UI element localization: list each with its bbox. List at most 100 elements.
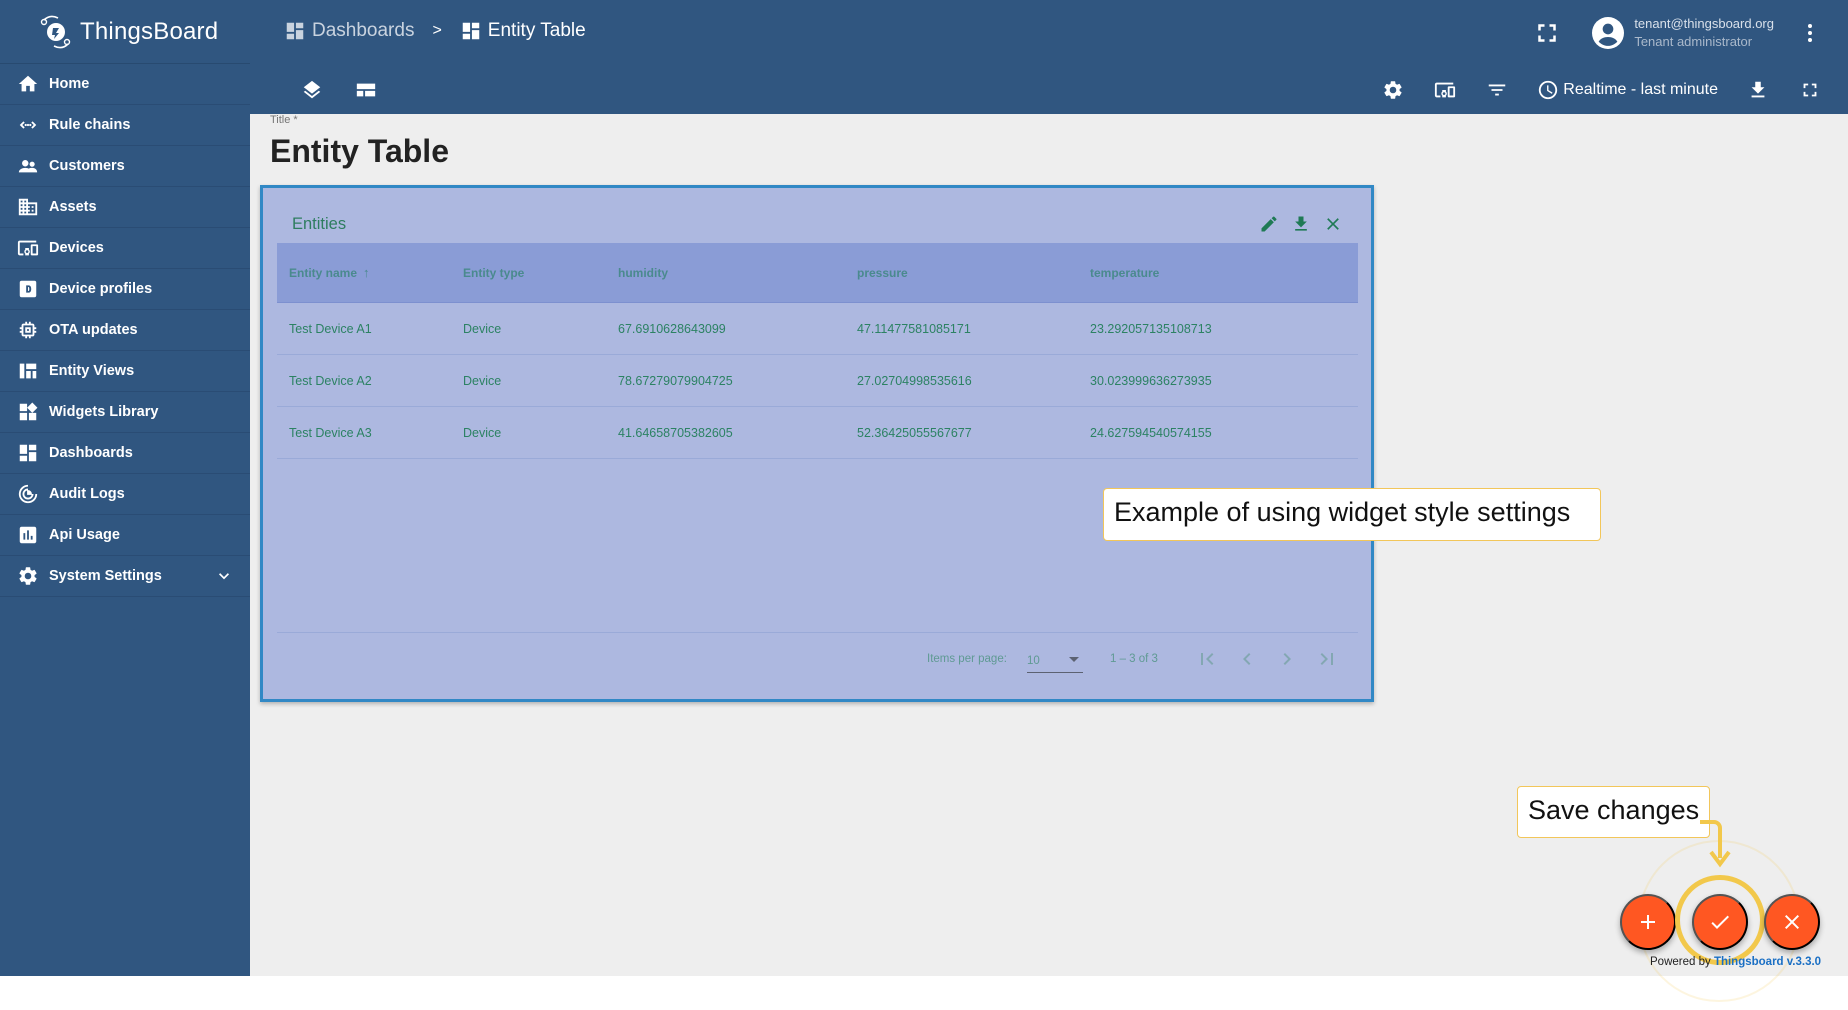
sidebar-item-system-settings[interactable]: System Settings [0, 556, 250, 597]
sidebar-item-devices[interactable]: Devices [0, 228, 250, 269]
devices-icon [1435, 82, 1456, 98]
sidebar-item-label: OTA updates [49, 322, 138, 338]
layouts-button[interactable] [354, 78, 378, 102]
sidebar-item-label: Customers [49, 158, 125, 174]
column-header-entity-type[interactable]: Entity type [463, 266, 618, 280]
chevron-down-icon[interactable] [214, 566, 234, 586]
cancel-changes-button[interactable] [1764, 894, 1820, 950]
page-range-label: 1 – 3 of 3 [1110, 653, 1158, 665]
more-vert-icon[interactable] [1798, 21, 1822, 45]
clock-icon [1539, 80, 1558, 100]
items-per-page-select[interactable]: 10 [1027, 651, 1083, 673]
sidebar-item-label: Api Usage [49, 527, 120, 543]
download-icon [1751, 81, 1765, 98]
column-header-temperature[interactable]: temperature [1090, 266, 1350, 280]
table-row[interactable]: Test Device A1 Device 67.6910628643099 4… [277, 303, 1358, 355]
sidebar-item-entity-views[interactable]: Entity Views [0, 351, 250, 392]
entities-table: Entity name ↑ Entity type humidity press… [277, 243, 1358, 459]
previous-page-button[interactable] [1235, 647, 1259, 671]
check-icon [1711, 915, 1729, 929]
column-header-pressure[interactable]: pressure [857, 266, 1090, 280]
sidebar-item-assets[interactable]: Assets [0, 187, 250, 228]
dashboard-toolbar-right: Realtime - last minute [1353, 76, 1848, 104]
paginator: Items per page: 10 1 – 3 of 3 [277, 632, 1358, 692]
cell-humidity: 78.67279079904725 [618, 373, 733, 388]
app-root: ThingsBoard Home Rule chains Customers A… [0, 0, 1848, 1002]
top-bar: Dashboards > Entity Table tenant@thingsb… [250, 0, 1848, 114]
pencil-icon [1261, 216, 1277, 232]
dashboards-icon [17, 442, 39, 464]
remove-widget-button[interactable] [1323, 214, 1343, 234]
table-row[interactable]: Test Device A3 Device 41.64658705382605 … [277, 407, 1358, 459]
widgets-library-icon [17, 401, 39, 423]
add-widget-button[interactable] [1620, 894, 1676, 950]
edit-widget-button[interactable] [1259, 214, 1279, 234]
sidebar-item-device-profiles[interactable]: Device profiles [0, 269, 250, 310]
entity-aliases-button[interactable] [1433, 78, 1457, 102]
gear-icon [17, 565, 39, 587]
timewindow-button[interactable]: Realtime - last minute [1537, 79, 1718, 101]
logo[interactable]: ThingsBoard [0, 0, 250, 64]
breadcrumb-dashboards[interactable]: Dashboards [284, 20, 414, 42]
user-info[interactable]: tenant@thingsboard.org Tenant administra… [1634, 15, 1774, 51]
title-field-input[interactable]: Entity Table [270, 133, 449, 170]
dashboard-fullscreen-button[interactable] [1798, 78, 1822, 102]
sort-arrow-icon: ↑ [363, 265, 370, 280]
breadcrumb-label: Entity Table [487, 20, 586, 41]
cell-entity-type: Device [463, 321, 502, 336]
cell-pressure: 47.11477581085171 [857, 321, 971, 336]
column-label: temperature [1090, 265, 1160, 280]
sidebar-item-label: Devices [49, 240, 104, 256]
first-page-button[interactable] [1195, 647, 1219, 671]
filters-button[interactable] [1485, 78, 1509, 102]
cell-pressure: 27.02704998535616 [857, 373, 972, 388]
next-page-button[interactable] [1275, 647, 1299, 671]
sidebar-item-audit-logs[interactable]: Audit Logs [0, 474, 250, 515]
cell-entity-name: Test Device A3 [289, 425, 372, 440]
cell-entity-name: Test Device A1 [289, 321, 372, 336]
save-changes-button[interactable] [1692, 894, 1748, 950]
assets-icon [17, 196, 39, 218]
sidebar-item-label: Audit Logs [49, 486, 125, 502]
sidebar-item-api-usage[interactable]: Api Usage [0, 515, 250, 556]
export-widget-button[interactable] [1291, 214, 1311, 234]
powered-by: Powered by Thingsboard v.3.3.0 [1650, 956, 1821, 968]
column-label: pressure [857, 265, 908, 280]
last-page-button[interactable] [1315, 647, 1339, 671]
column-header-entity-name[interactable]: Entity name ↑ [277, 265, 463, 280]
api-usage-icon [17, 524, 39, 546]
avatar[interactable] [1592, 17, 1625, 49]
app-name: ThingsBoard [80, 17, 219, 45]
cell-humidity: 67.6910628643099 [618, 321, 726, 336]
sidebar-item-home[interactable]: Home [0, 64, 250, 105]
layers-button[interactable] [300, 78, 324, 102]
entity-table-widget[interactable]: Entities Entity name ↑ Entity type humid… [260, 185, 1374, 702]
home-icon [17, 73, 39, 95]
sidebar-item-dashboards[interactable]: Dashboards [0, 433, 250, 474]
column-header-humidity[interactable]: humidity [618, 266, 857, 280]
cell-humidity: 41.64658705382605 [618, 425, 733, 440]
last-page-icon [1320, 653, 1333, 665]
fullscreen-icon [1803, 83, 1817, 97]
breadcrumb-label: Dashboards [312, 20, 415, 41]
cell-temperature: 30.023999636273935 [1090, 373, 1212, 388]
sidebar-item-widgets-library[interactable]: Widgets Library [0, 392, 250, 433]
cell-temperature: 24.627594540574155 [1090, 425, 1212, 440]
powered-prefix: Powered by [1650, 956, 1714, 968]
sidebar-item-rule-chains[interactable]: Rule chains [0, 105, 250, 146]
fullscreen-icon[interactable] [1532, 18, 1562, 48]
export-button[interactable] [1746, 78, 1770, 102]
dashboard-toolbar-left [300, 78, 378, 102]
settings-button[interactable] [1381, 78, 1405, 102]
save-changes-callout: Save changes [1517, 786, 1710, 838]
first-page-icon [1201, 653, 1214, 665]
cell-pressure: 52.36425055567677 [857, 425, 972, 440]
table-row[interactable]: Test Device A2 Device 78.67279079904725 … [277, 355, 1358, 407]
sidebar-item-ota-updates[interactable]: OTA updates [0, 310, 250, 351]
close-icon [1785, 915, 1799, 929]
items-per-page-value: 10 [1027, 655, 1040, 667]
sidebar-item-customers[interactable]: Customers [0, 146, 250, 187]
widget-title: Entities [292, 215, 347, 233]
entity-views-icon [17, 360, 39, 382]
thingsboard-version-link[interactable]: Thingsboard v.3.3.0 [1714, 956, 1821, 968]
